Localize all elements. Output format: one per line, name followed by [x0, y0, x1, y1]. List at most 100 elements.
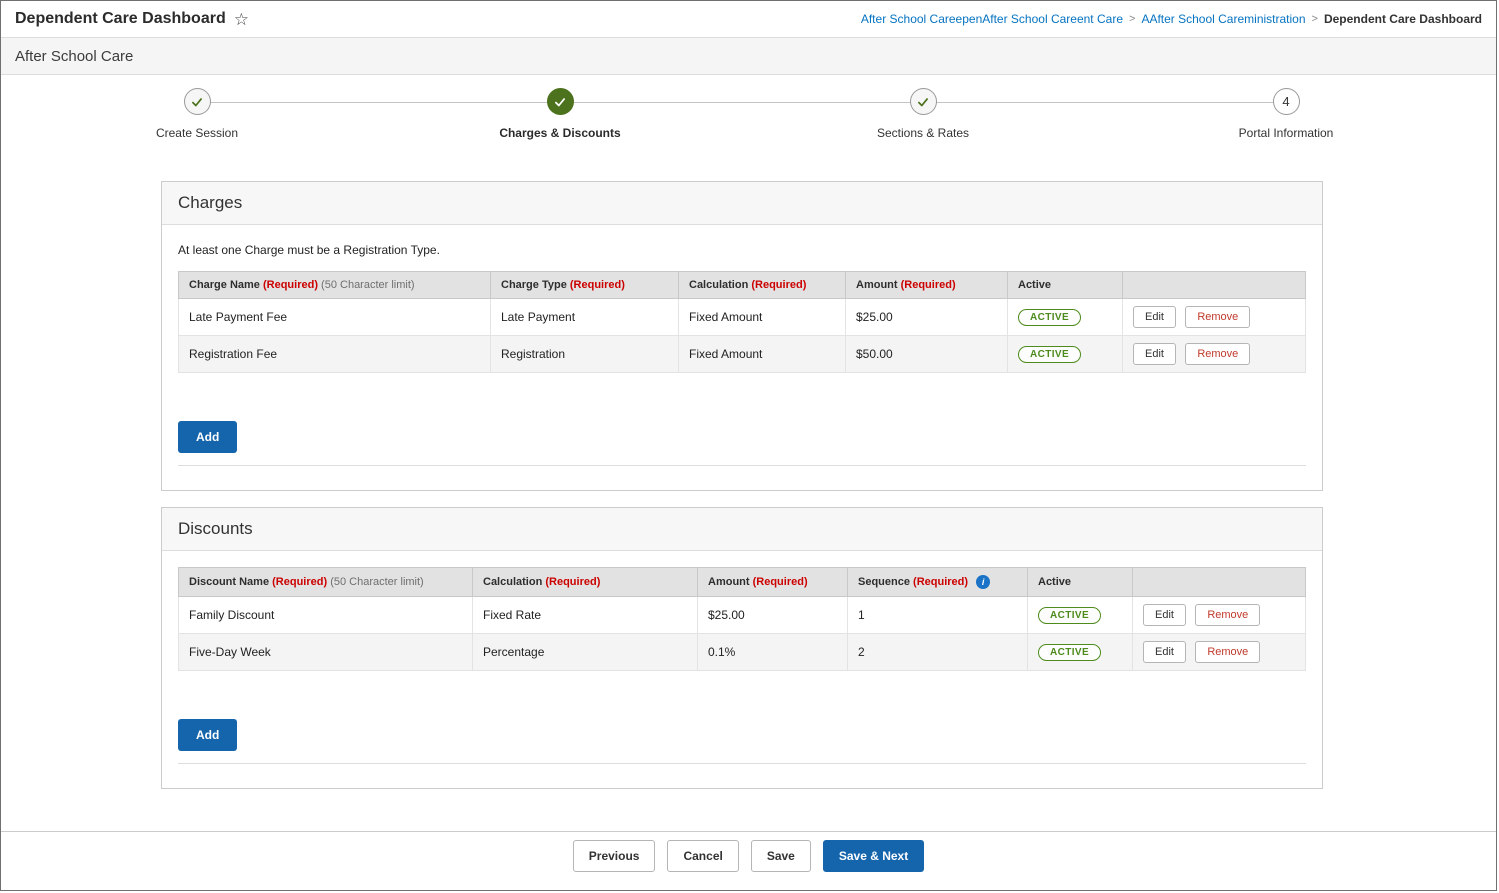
- step-label: Sections & Rates: [876, 126, 970, 140]
- section-header: After School Care: [1, 38, 1496, 75]
- discounts-table-panel: Discount Name (Required) (50 Character l…: [178, 567, 1306, 764]
- column-header-active: Active: [1007, 271, 1123, 299]
- column-label: Calculation: [483, 576, 543, 588]
- charge-name-cell: Late Payment Fee: [178, 298, 491, 336]
- step-sections-rates[interactable]: Sections & Rates: [803, 88, 1043, 140]
- remove-button[interactable]: Remove: [1195, 604, 1261, 626]
- edit-button[interactable]: Edit: [1143, 641, 1186, 663]
- charges-note: At least one Charge must be a Registrati…: [178, 243, 440, 257]
- discounts-add-row: Add: [178, 719, 1306, 751]
- footer-action-bar: Previous Cancel Save Save & Next: [1, 831, 1496, 890]
- column-label: Active: [1018, 279, 1052, 291]
- column-header-actions: [1132, 567, 1306, 597]
- charges-card: Charges At least one Charge must be a Re…: [161, 181, 1323, 491]
- table-row: Registration Fee Registration Fixed Amou…: [178, 335, 1306, 373]
- column-label: Amount: [708, 576, 750, 588]
- required-flag: (Required): [752, 576, 808, 588]
- sequence-cell: 1: [847, 596, 1028, 634]
- step-complete-check-icon: [183, 88, 211, 115]
- column-label: Active: [1038, 576, 1072, 588]
- sequence-cell: 2: [847, 633, 1028, 671]
- section-title: After School Care: [15, 47, 134, 65]
- column-label: Sequence: [858, 575, 910, 588]
- save-button[interactable]: Save: [750, 840, 811, 872]
- add-discount-button[interactable]: Add: [178, 719, 238, 751]
- discount-name-cell: Five-Day Week: [178, 633, 473, 671]
- discounts-header-row: Discount Name (Required) (50 Character l…: [178, 567, 1306, 597]
- breadcrumb-current: Dependent Care Dashboard: [1323, 12, 1482, 26]
- required-flag: (Required): [569, 279, 625, 291]
- column-label: Amount: [856, 279, 898, 291]
- actions-cell: Edit Remove: [1122, 298, 1306, 336]
- charges-add-row: Add: [178, 421, 1306, 453]
- charges-table-panel: Charge Name (Required) (50 Character lim…: [178, 271, 1306, 466]
- column-header-discount-name: Discount Name (Required) (50 Character l…: [178, 567, 473, 597]
- amount-cell: $25.00: [845, 298, 1008, 336]
- previous-button[interactable]: Previous: [572, 840, 656, 872]
- sequence-info-icon[interactable]: i: [976, 575, 991, 589]
- step-number: 4: [1272, 88, 1300, 115]
- cancel-button[interactable]: Cancel: [667, 840, 739, 872]
- breadcrumb-separator-icon: >: [1129, 13, 1136, 25]
- step-complete-check-icon: [909, 88, 937, 115]
- column-header-active: Active: [1027, 567, 1133, 597]
- column-label: Discount Name: [189, 576, 270, 588]
- edit-button[interactable]: Edit: [1143, 604, 1186, 626]
- actions-cell: Edit Remove: [1122, 335, 1306, 373]
- remove-button[interactable]: Remove: [1185, 306, 1251, 328]
- actions-cell: Edit Remove: [1132, 596, 1306, 634]
- required-flag: (Required): [913, 575, 969, 588]
- table-row: Family Discount Fixed Rate $25.00 1 ACTI…: [178, 596, 1306, 634]
- amount-cell: 0.1%: [697, 633, 848, 671]
- amount-cell: $25.00: [697, 596, 848, 634]
- column-header-calculation: Calculation (Required): [678, 271, 846, 299]
- step-label: Portal Information: [1238, 126, 1334, 140]
- charge-name-cell: Registration Fee: [178, 335, 491, 373]
- discounts-table: Discount Name (Required) (50 Character l…: [178, 567, 1306, 671]
- step-portal-information[interactable]: 4 Portal Information: [1166, 88, 1406, 140]
- favorite-star-icon[interactable]: ☆: [234, 11, 249, 28]
- remove-button[interactable]: Remove: [1195, 641, 1261, 663]
- status-badge: ACTIVE: [1018, 308, 1082, 326]
- title-wrap: Dependent Care Dashboard ☆: [15, 10, 249, 28]
- breadcrumb-link-2[interactable]: AAfter School Careministration: [1141, 12, 1305, 26]
- column-header-calculation: Calculation (Required): [472, 567, 698, 597]
- charge-type-cell: Late Payment: [490, 298, 679, 336]
- edit-button[interactable]: Edit: [1133, 343, 1176, 365]
- required-flag: (Required): [751, 279, 807, 291]
- breadcrumb: After School CareepenAfter School Careen…: [861, 12, 1482, 26]
- step-create-session[interactable]: Create Session: [77, 88, 317, 140]
- discounts-card: Discounts Discount Name (Required) (50 C…: [161, 507, 1323, 789]
- top-bar: Dependent Care Dashboard ☆ After School …: [1, 1, 1496, 38]
- edit-button[interactable]: Edit: [1133, 306, 1176, 328]
- charges-card-body: At least one Charge must be a Registrati…: [162, 225, 1322, 490]
- column-header-charge-type: Charge Type (Required): [490, 271, 679, 299]
- required-flag: (Required): [262, 279, 318, 291]
- active-cell: ACTIVE: [1007, 335, 1123, 373]
- table-row: Late Payment Fee Late Payment Fixed Amou…: [178, 298, 1306, 336]
- column-header-actions: [1122, 271, 1306, 299]
- stepper-connector-line: [197, 102, 1286, 103]
- char-limit-note: (50 Character limit): [321, 279, 415, 291]
- active-cell: ACTIVE: [1007, 298, 1123, 336]
- column-header-amount: Amount (Required): [697, 567, 848, 597]
- required-flag: (Required): [900, 279, 956, 291]
- step-label: Create Session: [155, 126, 239, 140]
- actions-cell: Edit Remove: [1132, 633, 1306, 671]
- column-label: Calculation: [689, 279, 749, 291]
- save-and-next-button[interactable]: Save & Next: [822, 840, 925, 872]
- breadcrumb-link-1[interactable]: After School CareepenAfter School Careen…: [861, 12, 1123, 26]
- add-charge-button[interactable]: Add: [178, 421, 238, 453]
- active-cell: ACTIVE: [1027, 596, 1133, 634]
- step-current-check-icon: [546, 88, 574, 115]
- table-row: Five-Day Week Percentage 0.1% 2 ACTIVE E…: [178, 633, 1306, 671]
- calculation-cell: Fixed Rate: [472, 596, 698, 634]
- column-label: Charge Type: [501, 279, 567, 291]
- charges-header-row: Charge Name (Required) (50 Character lim…: [178, 271, 1306, 299]
- remove-button[interactable]: Remove: [1185, 343, 1251, 365]
- required-flag: (Required): [272, 576, 328, 588]
- column-header-charge-name: Charge Name (Required) (50 Character lim…: [178, 271, 491, 299]
- charges-table: Charge Name (Required) (50 Character lim…: [178, 271, 1306, 373]
- step-charges-discounts[interactable]: Charges & Discounts: [440, 88, 680, 140]
- calculation-cell: Fixed Amount: [678, 298, 846, 336]
